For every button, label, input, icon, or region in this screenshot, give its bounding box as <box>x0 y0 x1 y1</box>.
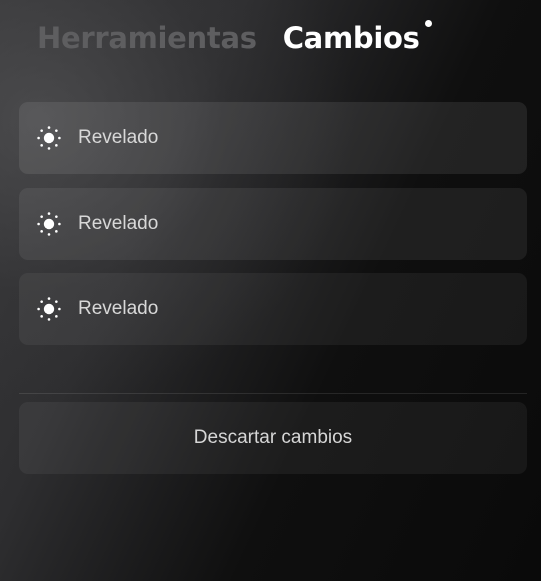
sun-icon <box>37 126 61 150</box>
change-item-label: Revelado <box>78 127 159 148</box>
sun-icon <box>37 212 61 236</box>
change-item[interactable]: Revelado <box>19 188 527 260</box>
tab-cambios[interactable]: Cambios <box>283 18 432 58</box>
change-item[interactable]: Revelado <box>19 273 527 345</box>
tab-herramientas[interactable]: Herramientas <box>37 18 257 58</box>
changes-panel: Herramientas Cambios Revelado Revelado R… <box>0 0 541 581</box>
divider <box>19 393 527 394</box>
discard-changes-button[interactable]: Descartar cambios <box>19 402 527 474</box>
tab-cambios-label: Cambios <box>282 21 420 55</box>
change-item-label: Revelado <box>78 213 159 234</box>
change-item-label: Revelado <box>78 298 159 319</box>
unsaved-changes-dot <box>424 20 432 27</box>
sun-icon <box>37 297 61 321</box>
changes-list: Revelado Revelado Revelado <box>19 102 527 359</box>
change-item[interactable]: Revelado <box>19 102 527 174</box>
tab-bar: Herramientas Cambios <box>37 18 432 58</box>
